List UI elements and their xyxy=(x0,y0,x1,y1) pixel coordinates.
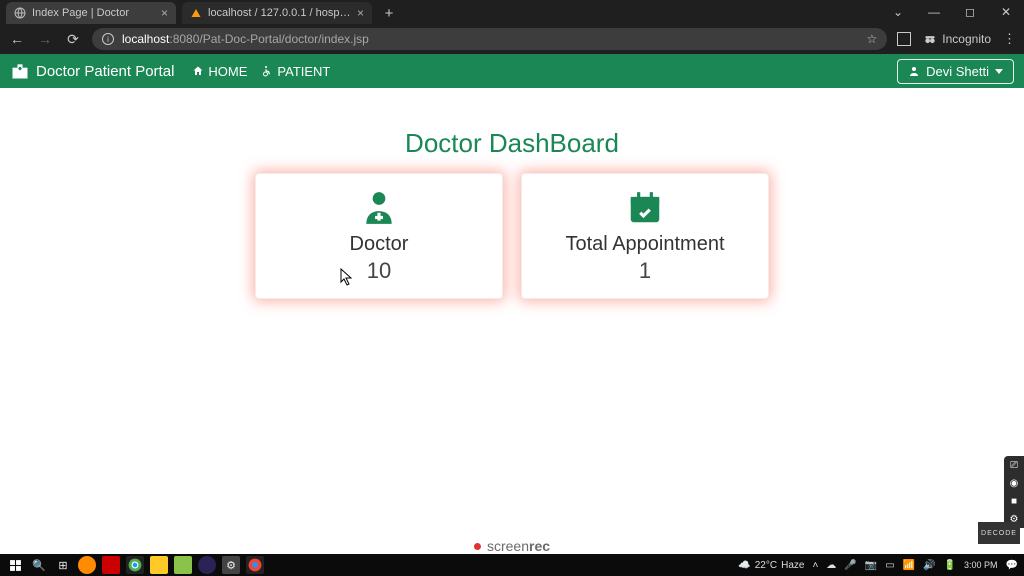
home-icon xyxy=(192,65,204,77)
window-controls: ⌄ ― ◻ ✕ xyxy=(880,0,1024,24)
tray-meet-icon[interactable]: ▭ xyxy=(885,560,894,571)
dashboard-title: Doctor DashBoard xyxy=(0,128,1024,159)
reload-button[interactable]: ⟳ xyxy=(64,30,82,48)
user-menu-button[interactable]: Devi Shetti xyxy=(897,59,1014,84)
window-close-button[interactable]: ✕ xyxy=(988,0,1024,24)
tray-camera-icon[interactable]: 📷 xyxy=(865,560,877,571)
taskbar-app-eclipse[interactable] xyxy=(198,556,216,574)
calendar-check-icon xyxy=(626,189,664,227)
browser-tab-strip: Index Page | Doctor × localhost / 127.0.… xyxy=(0,0,1024,24)
taskbar-app-notepad[interactable] xyxy=(174,556,192,574)
incognito-label: Incognito xyxy=(942,32,991,46)
window-minimize-button[interactable]: ― xyxy=(916,0,952,24)
weather-icon: ☁️ xyxy=(738,560,750,571)
video-icon[interactable]: ■ xyxy=(1004,492,1024,510)
camera-toggle-icon[interactable]: ⎚ xyxy=(1004,456,1024,474)
nav-patient[interactable]: PATIENT xyxy=(261,64,330,79)
browser-tab-inactive[interactable]: localhost / 127.0.0.1 / hospital / d × xyxy=(182,2,372,24)
hospital-icon xyxy=(10,61,30,81)
browser-toolbar: ← → ⟳ i localhost:8080/Pat-Doc-Portal/do… xyxy=(0,24,1024,54)
window-maximize-button[interactable]: ◻ xyxy=(952,0,988,24)
screenrec-widget[interactable]: ⎚ ◉ ■ ⚙ xyxy=(1004,456,1024,528)
taskbar-app-chrome-2[interactable] xyxy=(246,556,264,574)
tray-onedrive-icon[interactable]: ☁ xyxy=(826,560,836,571)
taskbar-app-firefox[interactable] xyxy=(78,556,96,574)
app-navbar: Doctor Patient Portal HOME PATIENT Devi … xyxy=(0,54,1024,88)
new-tab-button[interactable]: + xyxy=(378,2,400,24)
card-total-appointment[interactable]: Total Appointment 1 xyxy=(521,173,769,299)
taskbar-app-chrome[interactable] xyxy=(126,556,144,574)
weather-desc: Haze xyxy=(781,560,804,571)
window-minimize-icon[interactable]: ⌄ xyxy=(880,0,916,24)
brand[interactable]: Doctor Patient Portal xyxy=(10,61,174,81)
user-name: Devi Shetti xyxy=(926,64,989,79)
url-host: localhost xyxy=(122,32,169,46)
page-content: Doctor DashBoard Doctor 10 Total Appoint… xyxy=(0,88,1024,299)
browser-tab-active[interactable]: Index Page | Doctor × xyxy=(6,2,176,24)
tray-chevron-icon[interactable]: ˄ xyxy=(812,560,818,571)
taskbar-app-explorer[interactable] xyxy=(150,556,168,574)
close-icon[interactable]: × xyxy=(357,6,364,20)
weather-temp: 22°C xyxy=(755,560,777,571)
incognito-indicator[interactable]: Incognito xyxy=(923,32,991,46)
record-dot-icon xyxy=(474,543,481,550)
tray-battery-icon[interactable]: 🔋 xyxy=(944,560,956,571)
forward-button[interactable]: → xyxy=(36,30,54,48)
extensions-icon[interactable] xyxy=(897,32,911,46)
card-value: 10 xyxy=(367,258,391,284)
screenrec-label: screenrec xyxy=(474,538,550,554)
url-path: /Pat-Doc-Portal/doctor/index.jsp xyxy=(199,32,368,46)
star-icon[interactable]: ☆ xyxy=(867,32,878,46)
taskbar-app-youtube[interactable] xyxy=(102,556,120,574)
tab-title: Index Page | Doctor xyxy=(32,7,155,19)
address-bar[interactable]: i localhost:8080/Pat-Doc-Portal/doctor/i… xyxy=(92,28,887,50)
card-value: 1 xyxy=(639,258,651,284)
windows-taskbar: 🔍 ⊞ ⚙ ☁️ 22°C Haze ˄ ☁ 🎤 📷 ▭ 📶 🔊 🔋 3:00 … xyxy=(0,554,1024,576)
card-label: Doctor xyxy=(350,233,409,256)
notifications-icon[interactable]: 💬 xyxy=(1006,560,1018,571)
phpmyadmin-icon xyxy=(190,7,202,19)
tab-title: localhost / 127.0.0.1 / hospital / d xyxy=(208,7,351,19)
chevron-down-icon xyxy=(995,69,1003,74)
back-button[interactable]: ← xyxy=(8,30,26,48)
card-doctor[interactable]: Doctor 10 xyxy=(255,173,503,299)
taskbar-app-settings[interactable]: ⚙ xyxy=(222,556,240,574)
close-icon[interactable]: × xyxy=(161,6,168,20)
nav-patient-label: PATIENT xyxy=(277,64,330,79)
globe-icon xyxy=(14,7,26,19)
search-icon[interactable]: 🔍 xyxy=(30,556,48,574)
nav-home-label: HOME xyxy=(208,64,247,79)
doctor-icon xyxy=(360,189,398,227)
start-button[interactable] xyxy=(6,556,24,574)
tray-wifi-icon[interactable]: 📶 xyxy=(903,560,915,571)
nav-home[interactable]: HOME xyxy=(192,64,247,79)
weather-widget[interactable]: ☁️ 22°C Haze xyxy=(738,560,804,571)
site-info-icon[interactable]: i xyxy=(102,33,114,45)
task-view-icon[interactable]: ⊞ xyxy=(54,556,72,574)
tray-mic-icon[interactable]: 🎤 xyxy=(844,560,856,571)
photo-icon[interactable]: ◉ xyxy=(1004,474,1024,492)
kebab-menu-icon[interactable]: ⋮ xyxy=(1003,31,1016,47)
user-icon xyxy=(908,65,920,77)
decode-badge: DECODE xyxy=(978,522,1020,544)
taskbar-clock[interactable]: 3:00 PM xyxy=(964,561,998,570)
tray-volume-icon[interactable]: 🔊 xyxy=(923,560,935,571)
card-label: Total Appointment xyxy=(566,233,725,256)
wheelchair-icon xyxy=(261,65,273,77)
brand-title: Doctor Patient Portal xyxy=(36,63,174,80)
url-port: :8080 xyxy=(169,32,199,46)
